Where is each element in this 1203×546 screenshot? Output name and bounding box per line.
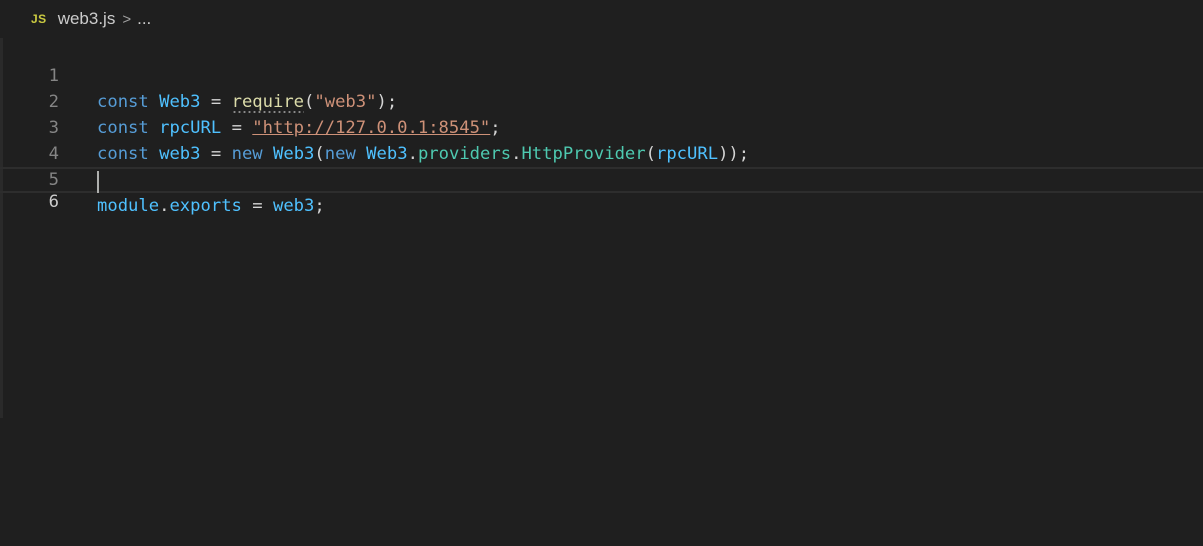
punctuation-token: . [159,196,170,216]
operator-token: = [252,196,263,216]
variable-token: web3 [272,196,315,216]
breadcrumb-file-name[interactable]: web3.js [58,9,116,29]
line-code[interactable]: module.exports = web3; [97,193,325,219]
variable-token: module [97,196,160,216]
text-cursor [97,171,99,193]
punctuation-token: ; [314,196,325,216]
javascript-file-icon: JS [31,12,47,26]
chevron-right-icon: > [122,10,132,28]
breadcrumb-more[interactable]: ... [137,9,151,29]
code-line[interactable]: 1 const Web3 = require("web3"); [0,37,1203,112]
breadcrumb: JS web3.js > ... [0,0,1203,38]
code-editor[interactable]: JS web3.js > ... 1 const Web3 = require(… [0,0,1203,546]
code-line[interactable]: 4 [0,115,1203,164]
code-line[interactable]: 2 const rpcURL = "http://127.0.0.1:8545"… [0,63,1203,138]
current-code-line[interactable]: 6 [0,167,1203,212]
line-number: 6 [48,192,59,212]
code-line[interactable]: 5 module.exports = web3; [0,141,1203,216]
code-line[interactable]: 3 const web3 = new Web3(new Web3.provide… [0,89,1203,164]
property-token: exports [169,196,242,216]
